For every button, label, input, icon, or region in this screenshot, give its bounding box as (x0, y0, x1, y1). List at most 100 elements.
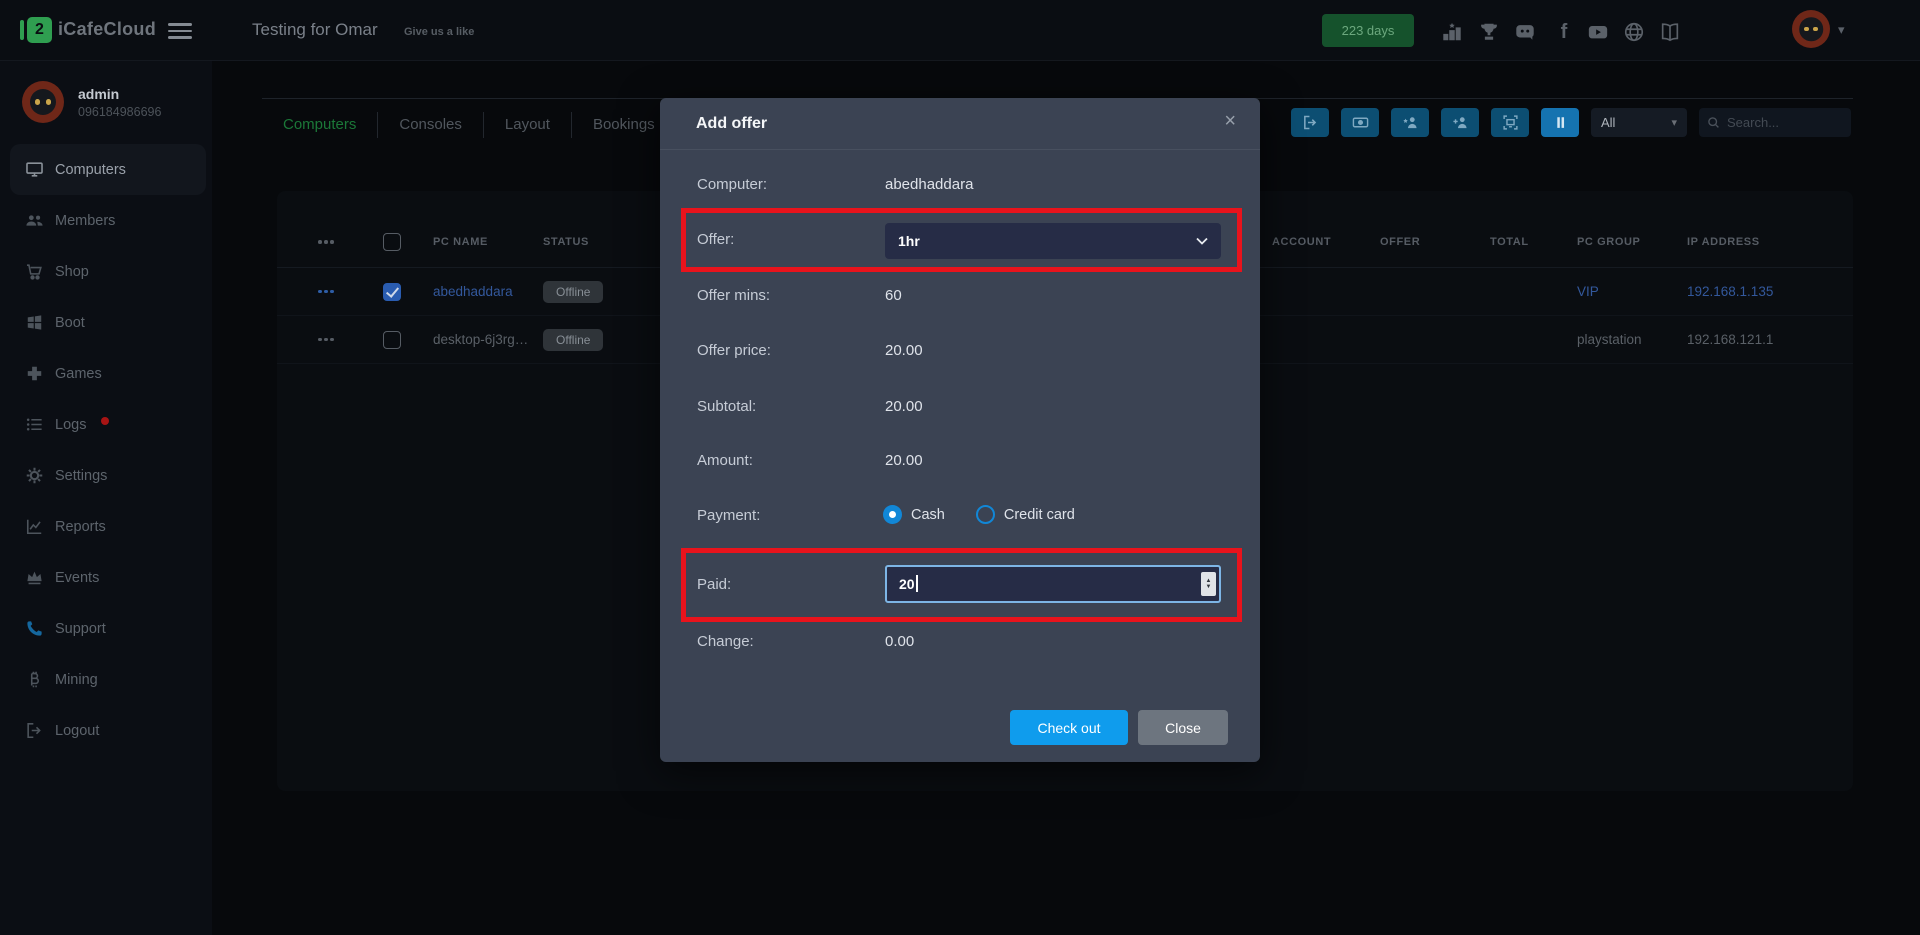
discord-icon[interactable] (1513, 20, 1537, 44)
credit-card-radio[interactable] (976, 505, 995, 524)
sidebar-item-settings[interactable]: Settings (0, 450, 212, 501)
docs-book-icon[interactable] (1658, 20, 1682, 44)
youtube-icon[interactable] (1586, 20, 1610, 44)
tab-consoles[interactable]: Consoles (378, 112, 484, 138)
ranking-icon[interactable] (1440, 20, 1464, 44)
search-input[interactable] (1727, 115, 1843, 130)
sidebar-item-label: Boot (55, 315, 85, 331)
column-header-account[interactable]: ACCOUNT (1272, 236, 1380, 248)
filter-select[interactable]: All ▾ (1591, 108, 1687, 137)
column-header-pc-name[interactable]: PC NAME (433, 236, 543, 248)
close-icon[interactable]: × (1224, 110, 1236, 133)
pc-name-text[interactable]: desktop-6j3rg… (433, 332, 543, 347)
crown-icon (25, 568, 44, 587)
chevron-down-icon[interactable]: ▾ (1838, 22, 1845, 38)
sidebar-item-label: Shop (55, 264, 89, 280)
search-icon (1707, 116, 1720, 129)
action-toolbar: All ▾ (1291, 108, 1851, 137)
logout-icon (25, 721, 44, 740)
change-value: 0.00 (885, 633, 914, 650)
row-checkbox[interactable] (383, 283, 401, 301)
globe-icon[interactable] (1622, 20, 1646, 44)
offer-mins-value: 60 (885, 287, 902, 304)
screen-box-icon (1502, 114, 1519, 131)
paid-field-wrap: ▲▼ (885, 565, 1221, 603)
sidebar-item-reports[interactable]: Reports (0, 501, 212, 552)
offer-select[interactable]: 1hr (885, 223, 1221, 259)
add-member-button[interactable] (1441, 108, 1479, 137)
user-avatar[interactable] (1792, 10, 1830, 48)
ip-address-text: 192.168.121.1 (1687, 332, 1853, 347)
payment-options: Cash Credit card (883, 505, 1075, 524)
sidebar-item-shop[interactable]: Shop (0, 246, 212, 297)
cash-button[interactable] (1341, 108, 1379, 137)
row-actions-icon (318, 240, 383, 244)
row-actions-icon[interactable] (318, 290, 383, 294)
column-header-offer[interactable]: OFFER (1380, 236, 1490, 248)
column-header-status[interactable]: STATUS (543, 236, 663, 248)
tab-computers[interactable]: Computers (262, 112, 378, 138)
column-header-ip[interactable]: IP ADDRESS (1687, 236, 1853, 248)
column-header-total[interactable]: TOTAL (1490, 236, 1577, 248)
admin-name: admin (78, 86, 161, 102)
change-label: Change: (697, 633, 754, 650)
give-us-a-like-link[interactable]: Give us a like (404, 26, 474, 38)
pc-name-link[interactable]: abedhaddara (433, 284, 543, 299)
paid-label: Paid: (697, 576, 731, 593)
modal-title: Add offer (696, 115, 767, 133)
sidebar-item-logs[interactable]: Logs (0, 399, 212, 450)
sidebar-menu: Computers Members Shop Boot Games Logs S… (0, 144, 212, 756)
offer-select-value: 1hr (898, 233, 920, 249)
computer-value: abedhaddara (885, 176, 973, 193)
days-remaining-badge[interactable]: 223 days (1322, 14, 1414, 47)
subtotal-value: 20.00 (885, 398, 923, 415)
column-header-pc-group[interactable]: PC GROUP (1577, 236, 1687, 248)
add-offer-modal: Add offer × Computer: abedhaddara Offer:… (660, 98, 1260, 762)
sidebar-item-logout[interactable]: Logout (0, 705, 212, 756)
gamepad-icon (25, 364, 44, 383)
offer-price-label: Offer price: (697, 342, 771, 359)
sidebar-item-label: Settings (55, 468, 107, 484)
ip-address-link[interactable]: 192.168.1.135 (1687, 284, 1853, 299)
screen-box-button[interactable] (1491, 108, 1529, 137)
admin-phone: 096184986696 (78, 105, 161, 119)
hamburger-menu-icon[interactable] (168, 23, 192, 39)
checkout-button[interactable] (1291, 108, 1329, 137)
add-member-star-button[interactable] (1391, 108, 1429, 137)
offer-price-value: 20.00 (885, 342, 923, 359)
sidebar-item-mining[interactable]: Mining (0, 654, 212, 705)
trophy-icon[interactable] (1477, 20, 1501, 44)
sidebar-item-label: Events (55, 570, 99, 586)
paid-input[interactable] (885, 565, 1221, 603)
credit-card-radio-label: Credit card (1004, 507, 1075, 523)
offer-label: Offer: (697, 231, 734, 248)
top-bar: 2 iCafeCloud Testing for Omar Give us a … (0, 0, 1920, 61)
sidebar-item-games[interactable]: Games (0, 348, 212, 399)
cash-radio[interactable] (883, 505, 902, 524)
sidebar-item-label: Members (55, 213, 115, 229)
close-button[interactable]: Close (1138, 710, 1228, 745)
pause-button[interactable] (1541, 108, 1579, 137)
row-actions-icon[interactable] (318, 338, 383, 342)
sidebar-item-boot[interactable]: Boot (0, 297, 212, 348)
facebook-icon[interactable]: f (1552, 20, 1576, 44)
select-all-checkbox[interactable] (383, 233, 401, 251)
offer-mins-label: Offer mins: (697, 287, 770, 304)
admin-profile[interactable]: admin 096184986696 (22, 81, 161, 123)
sidebar-item-label: Mining (55, 672, 98, 688)
number-spinner[interactable]: ▲▼ (1201, 572, 1216, 596)
windows-icon (25, 313, 44, 332)
phone-icon (25, 619, 44, 638)
pc-group-link[interactable]: VIP (1577, 284, 1687, 299)
members-icon (25, 211, 44, 230)
row-checkbox[interactable] (383, 331, 401, 349)
tab-layout[interactable]: Layout (484, 112, 572, 138)
sidebar-item-label: Games (55, 366, 102, 382)
sidebar-item-computers[interactable]: Computers (10, 144, 206, 195)
text-cursor (916, 575, 918, 592)
sidebar-item-events[interactable]: Events (0, 552, 212, 603)
sidebar-item-members[interactable]: Members (0, 195, 212, 246)
check-out-button[interactable]: Check out (1010, 710, 1128, 745)
sidebar-item-support[interactable]: Support (0, 603, 212, 654)
checkout-icon (1302, 114, 1319, 131)
